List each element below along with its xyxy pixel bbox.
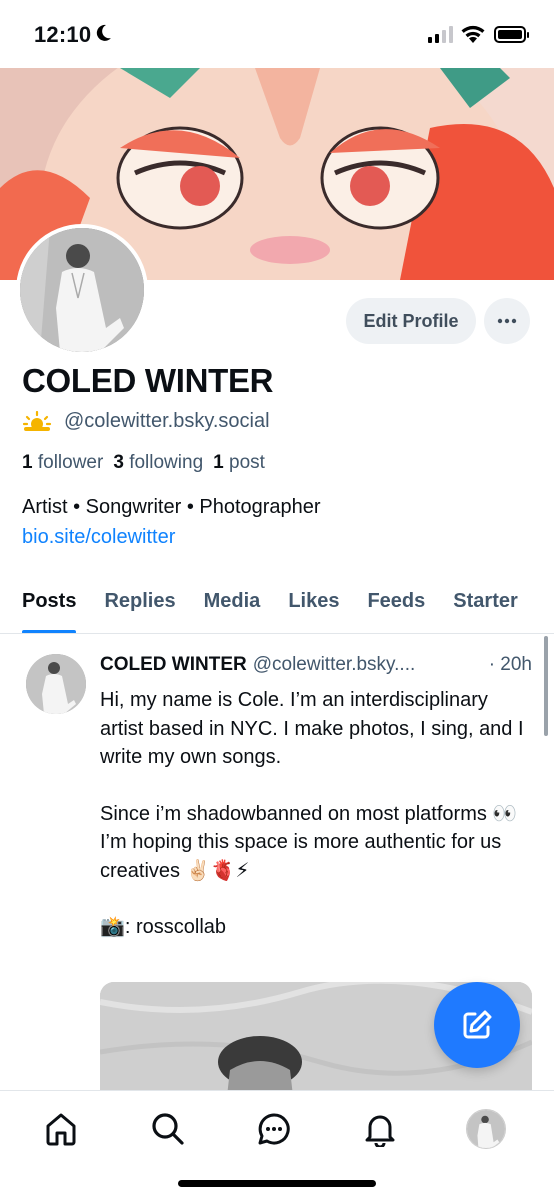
moon-icon [96,24,111,41]
nav-profile-avatar[interactable] [466,1109,506,1149]
battery-icon [494,26,529,43]
tab-starter[interactable]: Starter [453,572,517,633]
post-avatar-photo [26,654,86,714]
display-name: COLED WINTER [22,362,274,399]
profile-avatar[interactable] [16,224,148,356]
post-paragraph: 📸: rosscollab [100,916,227,938]
bell-icon [365,1115,395,1147]
nav-search[interactable] [148,1109,188,1149]
posts-count: 1 [213,452,224,473]
post-handle[interactable]: @colewitter.bsky.... [253,654,416,676]
nav-notifications[interactable] [360,1109,400,1149]
following-count: 3 [113,452,124,473]
handle-row: @colewitter.bsky.social [22,410,270,433]
wifi-icon [461,25,485,43]
post-header: COLED WINTER @colewitter.bsky.... · 20h [100,654,532,676]
compose-icon [463,1010,492,1039]
post-paragraph: Since i’m shadowbanned on most platforms… [100,802,518,882]
tab-media[interactable]: Media [204,572,261,633]
profile-stats: 1 follower 3 following 1 post [22,452,265,474]
compose-post-button[interactable] [434,982,520,1068]
followers-stat[interactable]: 1 follower [22,452,103,474]
profile-bio: Artist • Songwriter • Photographer [22,496,321,518]
tab-feeds[interactable]: Feeds [367,572,425,633]
followers-count: 1 [22,452,33,473]
status-time: 12:10 [34,22,92,47]
tab-replies[interactable]: Replies [104,572,175,633]
profile-link[interactable]: bio.site/colewitter [22,526,175,549]
status-bar: 12:10 [0,0,554,68]
sun-behind-cloud-icon [22,410,52,431]
post-author[interactable]: COLED WINTER [100,654,247,676]
profile-handle: @colewitter.bsky.social [64,410,270,432]
profile-tabs: Posts Replies Media Likes Feeds Starter [0,572,554,634]
posts-label: post [229,452,265,473]
signal-icon [428,25,453,43]
tab-likes[interactable]: Likes [288,572,339,633]
post-avatar[interactable] [26,654,86,714]
chat-icon [258,1113,290,1145]
tab-posts[interactable]: Posts [22,572,77,633]
home-icon [46,1113,76,1146]
search-icon [152,1113,184,1145]
avatar-photo [20,228,144,352]
home-indicator [178,1180,376,1187]
followers-label: follower [37,452,104,473]
post-time: · 20h [488,654,532,675]
nav-home[interactable] [41,1109,81,1149]
post-text[interactable]: Hi, my name is Cole. I’m an interdiscipl… [100,686,532,942]
posts-stat: 1 post [213,452,265,474]
scrollbar[interactable] [544,636,548,736]
following-stat[interactable]: 3 following [113,452,203,474]
more-options-button[interactable] [484,298,530,344]
ellipsis-icon [497,318,517,324]
nav-avatar-photo [467,1110,505,1148]
edit-profile-button[interactable]: Edit Profile [346,298,476,344]
nav-chat[interactable] [254,1109,294,1149]
following-label: following [129,452,204,473]
post-paragraph: Hi, my name is Cole. I’m an interdiscipl… [100,689,524,768]
